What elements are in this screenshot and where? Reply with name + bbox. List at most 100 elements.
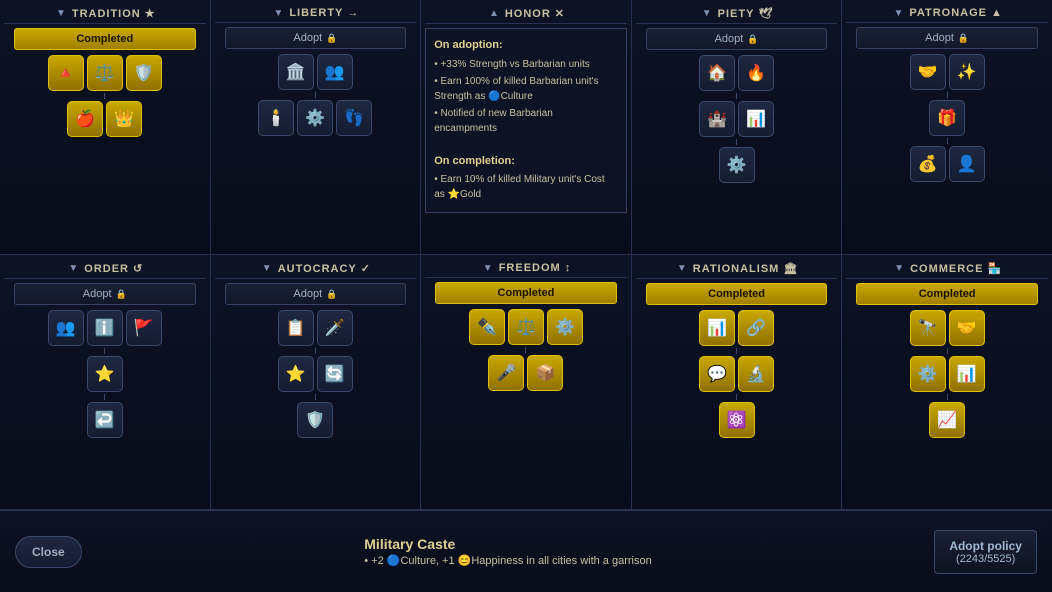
honor-bullet-3: • Notified of new Barbarian encampments — [434, 106, 618, 136]
liberty-icon-gear[interactable]: ⚙️ — [297, 100, 333, 136]
rationalism-title: RATIONALISM — [693, 263, 780, 275]
piety-icon-castle[interactable]: 🏰 — [699, 101, 735, 137]
honor-title: HONOR — [505, 8, 551, 20]
rationalism-arrow[interactable]: ▼ — [675, 263, 689, 274]
commerce-icon-handshake[interactable]: 🤝 — [949, 310, 985, 346]
commerce-header: ▼ COMMERCE 🏪 — [846, 259, 1048, 279]
freedom-icon-pen[interactable]: ✒️ — [469, 309, 505, 345]
liberty-icons-row2: 🕯️ ⚙️ 👣 — [258, 100, 372, 136]
tradition-header: ▼ TRADITION ★ — [4, 4, 206, 24]
commerce-completed-btn[interactable]: Completed — [856, 283, 1037, 305]
autocracy-icon-refresh[interactable]: 🔄 — [317, 356, 353, 392]
patronage-icons-row1: 🤝 ✨ — [910, 54, 985, 90]
commerce-icon-gear[interactable]: ⚙️ — [910, 356, 946, 392]
adopt-policy-button[interactable]: Adopt policy (2243/5525) — [934, 530, 1037, 574]
rationalism-icon-flask[interactable]: 🔬 — [738, 356, 774, 392]
commerce-icons-row3: 📈 — [929, 402, 965, 438]
patronage-icon-sparkle[interactable]: ✨ — [949, 54, 985, 90]
piety-title: PIETY — [718, 8, 755, 20]
autocracy-icon-star[interactable]: ⭐ — [278, 356, 314, 392]
tradition-arrow[interactable]: ▼ — [54, 8, 68, 19]
commerce-arrow[interactable]: ▼ — [892, 263, 906, 274]
tradition-icon-balance[interactable]: ⚖️ — [87, 55, 123, 91]
order-icon-flag[interactable]: 🚩 — [126, 310, 162, 346]
liberty-icon-candle[interactable]: 🕯️ — [258, 100, 294, 136]
freedom-panel: ▼ FREEDOM ↕ Completed ✒️ ⚖️ ⚙️ 🎤 📦 — [421, 255, 632, 509]
order-icons-row2: ⭐ — [87, 356, 123, 392]
piety-arrow[interactable]: ▼ — [700, 8, 714, 19]
tradition-completed-btn[interactable]: Completed — [14, 28, 195, 50]
rationalism-icon-chart[interactable]: 📊 — [699, 310, 735, 346]
piety-icons-row2: 🏰 📊 — [699, 101, 774, 137]
freedom-completed-btn[interactable]: Completed — [435, 282, 616, 304]
order-icon-people[interactable]: 👥 — [48, 310, 84, 346]
freedom-header: ▼ FREEDOM ↕ — [425, 259, 627, 278]
autocracy-arrow[interactable]: ▼ — [260, 263, 274, 274]
rationalism-icon-atom[interactable]: ⚛️ — [719, 402, 755, 438]
commerce-icon-chart[interactable]: 📊 — [949, 356, 985, 392]
patronage-adopt-btn[interactable]: Adopt 🔒 — [856, 27, 1037, 49]
tradition-icon-pyramid[interactable]: 🔺 — [48, 55, 84, 91]
autocracy-icon-shield[interactable]: 🛡️ — [297, 402, 333, 438]
autocracy-icon-document[interactable]: 📋 — [278, 310, 314, 346]
commerce-icon-trending[interactable]: 📈 — [929, 402, 965, 438]
tradition-icons-row1: 🔺 ⚖️ 🛡️ — [48, 55, 162, 91]
freedom-icon-gear[interactable]: ⚙️ — [547, 309, 583, 345]
rationalism-completed-btn[interactable]: Completed — [646, 283, 827, 305]
order-icons-row1: 👥 ℹ️ 🚩 — [48, 310, 162, 346]
order-adopt-btn[interactable]: Adopt 🔒 — [14, 283, 195, 305]
liberty-lock-icon: 🔒 — [326, 33, 337, 44]
freedom-icon-box[interactable]: 📦 — [527, 355, 563, 391]
commerce-icon-telescope[interactable]: 🔭 — [910, 310, 946, 346]
freedom-icon-mic[interactable]: 🎤 — [488, 355, 524, 391]
order-icon-info[interactable]: ℹ️ — [87, 310, 123, 346]
piety-icon-building[interactable]: 🏠 — [699, 55, 735, 91]
tradition-icon-apple[interactable]: 🍎 — [67, 101, 103, 137]
patronage-icons: 🤝 ✨ 🎁 💰 👤 — [846, 54, 1048, 182]
liberty-icon-colosseum[interactable]: 🏛️ — [278, 54, 314, 90]
patronage-icon-handshake[interactable]: 🤝 — [910, 54, 946, 90]
piety-icon-gear[interactable]: ⚙️ — [719, 147, 755, 183]
commerce-icons-row2: ⚙️ 📊 — [910, 356, 985, 392]
order-icon-return[interactable]: ↩️ — [87, 402, 123, 438]
piety-header: ▼ PIETY 🕊 — [636, 4, 838, 24]
autocracy-icon-sword[interactable]: 🗡️ — [317, 310, 353, 346]
patronage-icon-person[interactable]: 👤 — [949, 146, 985, 182]
piety-icon-fire[interactable]: 🔥 — [738, 55, 774, 91]
order-lock-icon: 🔒 — [116, 289, 127, 300]
honor-header: ▲ HONOR ✕ — [425, 4, 627, 24]
commerce-panel: ▼ COMMERCE 🏪 Completed 🔭 🤝 ⚙️ 📊 — [842, 255, 1052, 509]
patronage-icon-coin[interactable]: 💰 — [910, 146, 946, 182]
rationalism-icons-row1: 📊 🔗 — [699, 310, 774, 346]
freedom-arrow[interactable]: ▼ — [481, 263, 495, 274]
freedom-icon-balance[interactable]: ⚖️ — [508, 309, 544, 345]
patronage-title: PATRONAGE — [909, 7, 987, 19]
patronage-icon-gift[interactable]: 🎁 — [929, 100, 965, 136]
patronage-icons-row2: 🎁 — [929, 100, 965, 136]
order-icons-row3: ↩️ — [87, 402, 123, 438]
bottom-policy-row: ▼ ORDER ↺ Adopt 🔒 👥 ℹ️ 🚩 ⭐ — [0, 255, 1052, 510]
close-button[interactable]: Close — [15, 536, 82, 568]
liberty-icon-footprint[interactable]: 👣 — [336, 100, 372, 136]
honor-arrow-up[interactable]: ▲ — [487, 8, 501, 19]
piety-adopt-btn[interactable]: Adopt 🔒 — [646, 28, 827, 50]
rationalism-icon-speech[interactable]: 💬 — [699, 356, 735, 392]
tradition-icon-shield[interactable]: 🛡️ — [126, 55, 162, 91]
honor-bullet-4: • Earn 10% of killed Military unit's Cos… — [434, 172, 618, 202]
autocracy-icons: 📋 🗡️ ⭐ 🔄 🛡️ — [215, 310, 417, 438]
piety-icon-chart[interactable]: 📊 — [738, 101, 774, 137]
freedom-icon: ↕ — [565, 262, 572, 274]
liberty-arrow[interactable]: ▼ — [271, 8, 285, 19]
rationalism-icon-network[interactable]: 🔗 — [738, 310, 774, 346]
liberty-icon-people[interactable]: 👥 — [317, 54, 353, 90]
honor-bullet-1: • +33% Strength vs Barbarian units — [434, 57, 618, 72]
patronage-arrow[interactable]: ▼ — [891, 8, 905, 19]
autocracy-adopt-btn[interactable]: Adopt 🔒 — [225, 283, 406, 305]
adopt-policy-cost: (2243/5525) — [949, 553, 1022, 565]
policy-name: Military Caste — [364, 536, 651, 552]
order-arrow[interactable]: ▼ — [66, 263, 80, 274]
tradition-icon-crown[interactable]: 👑 — [106, 101, 142, 137]
order-title: ORDER — [84, 263, 129, 275]
liberty-adopt-btn[interactable]: Adopt 🔒 — [225, 27, 406, 49]
order-icon-star[interactable]: ⭐ — [87, 356, 123, 392]
